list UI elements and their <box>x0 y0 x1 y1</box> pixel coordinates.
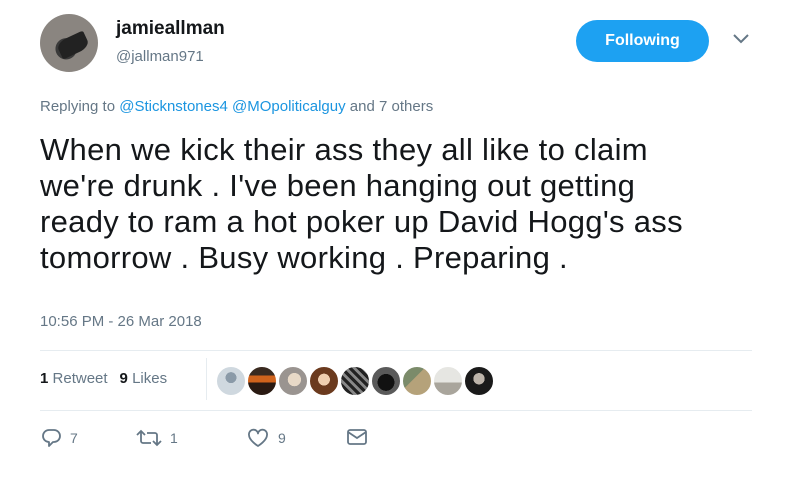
reply-button[interactable]: 7 <box>40 428 78 448</box>
likes-stat[interactable]: 9 Likes <box>120 370 168 387</box>
heart-icon <box>248 428 268 447</box>
likes-stat-label: Likes <box>132 370 168 387</box>
mention-sticknstones4[interactable]: @Sticknstones4 <box>119 98 228 115</box>
direct-message-button[interactable] <box>346 428 368 446</box>
liker-avatar[interactable] <box>278 366 308 396</box>
author-avatar[interactable] <box>40 14 98 72</box>
replying-to-line: Replying to @Sticknstones4 @MOpoliticalg… <box>40 98 433 115</box>
like-count: 9 <box>278 430 286 446</box>
like-button[interactable]: 9 <box>246 428 286 448</box>
retweet-stat[interactable]: 1 Retweet <box>40 370 108 387</box>
retweet-stat-count: 1 <box>40 370 49 387</box>
reply-count: 7 <box>70 430 78 446</box>
retweet-button[interactable]: 1 <box>136 428 178 448</box>
reply-icon <box>42 429 61 447</box>
likes-stat-count: 9 <box>119 370 128 387</box>
envelope-icon <box>347 429 367 445</box>
retweet-count: 1 <box>170 430 178 446</box>
liker-avatar[interactable] <box>464 366 494 396</box>
tweet-stats: 1 Retweet 9 Likes <box>40 370 167 387</box>
tweet-actions: 7 1 9 <box>40 428 440 454</box>
following-button[interactable]: Following <box>576 20 709 62</box>
chevron-down-icon[interactable] <box>730 32 752 46</box>
divider-bottom <box>40 410 752 411</box>
liker-avatar[interactable] <box>402 366 432 396</box>
liker-avatar[interactable] <box>309 366 339 396</box>
retweet-icon <box>136 429 162 447</box>
liker-avatar[interactable] <box>340 366 370 396</box>
tweet-text: When we kick their ass they all like to … <box>40 132 683 275</box>
author-handle[interactable]: @jallman971 <box>116 48 204 65</box>
tweet-timestamp[interactable]: 10:56 PM - 26 Mar 2018 <box>40 313 202 330</box>
liker-avatar[interactable] <box>216 366 246 396</box>
replying-prefix: Replying to <box>40 98 116 115</box>
author-display-name[interactable]: jamieallman <box>116 18 225 40</box>
divider-top <box>40 350 752 351</box>
mention-mopoliticalguy[interactable]: @MOpoliticalguy <box>232 98 346 115</box>
liker-avatar[interactable] <box>247 366 277 396</box>
retweet-stat-label: Retweet <box>52 370 108 387</box>
replying-suffix[interactable]: and 7 others <box>350 98 433 115</box>
stats-separator <box>206 358 207 400</box>
liker-avatar[interactable] <box>433 366 463 396</box>
liker-avatar[interactable] <box>371 366 401 396</box>
